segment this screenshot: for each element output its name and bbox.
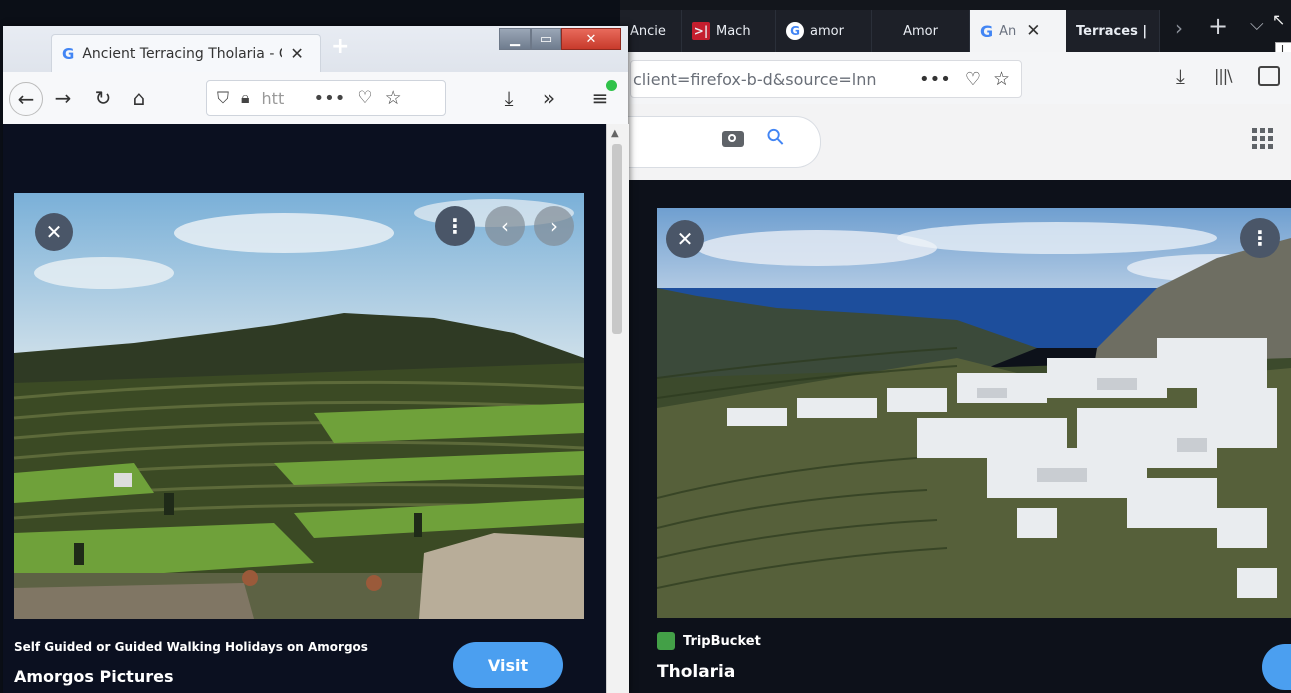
close-window-button[interactable]: ✕ — [561, 28, 621, 50]
close-tab-icon[interactable]: ✕ — [290, 44, 303, 63]
mouse-cursor-icon: ↖ — [1272, 10, 1286, 29]
tab-amorgos[interactable]: Amor — [872, 10, 970, 52]
back-arrow-icon[interactable]: ← — [9, 82, 43, 116]
scroll-up-icon[interactable]: ▲ — [611, 128, 619, 139]
overflow-chevrons-icon[interactable]: » — [537, 84, 561, 112]
menu-update-icon[interactable]: ≡ — [587, 80, 617, 112]
tab-active-google[interactable]: G An ✕ — [970, 10, 1066, 52]
pocket-icon[interactable]: ♡ — [357, 88, 372, 108]
tab-label: amor — [810, 23, 844, 39]
right-navigation-bar: client=firefox-b-d&source=lnn ••• ♡ ☆ ⤓ … — [620, 52, 1291, 104]
download-icon[interactable]: ⤓ — [1176, 64, 1185, 88]
search-header: ⚲ — [620, 104, 1291, 180]
search-box[interactable]: ⚲ — [620, 116, 821, 168]
background-browser-window: Ancie >| Mach G amor Amor G An ✕ Terrace… — [620, 0, 1291, 693]
close-viewer-icon[interactable]: ✕ — [35, 213, 73, 251]
scrollbar-thumb[interactable] — [612, 144, 622, 334]
result-title[interactable]: Amorgos Pictures — [14, 667, 173, 686]
url-text: client=firefox-b-d&source=lnn — [633, 69, 877, 89]
reload-icon[interactable]: ↻ — [91, 84, 115, 112]
tab-title: Ancient Terracing Tholaria - Go — [82, 45, 283, 62]
page-actions-icon[interactable]: ••• — [919, 69, 951, 90]
next-image-icon[interactable]: › — [534, 206, 574, 246]
close-viewer-icon[interactable]: ✕ — [666, 220, 704, 258]
google-icon: G — [62, 44, 75, 63]
tripbucket-logo-icon — [657, 632, 675, 650]
chevron-down-icon[interactable]: ⌵ — [1250, 14, 1264, 35]
tab-scroll-right-icon[interactable]: › — [1175, 16, 1183, 40]
tab-ancient-partial[interactable]: Ancie — [620, 10, 682, 52]
right-address-bar[interactable]: client=firefox-b-d&source=lnn ••• ♡ ☆ — [630, 60, 1022, 98]
new-tab-icon[interactable]: + — [331, 34, 349, 59]
left-title-bar: G Ancient Terracing Tholaria - Go ✕ + ▁ … — [3, 26, 628, 72]
close-tab-icon[interactable]: ✕ — [1026, 21, 1040, 41]
tab-label: Mach — [716, 23, 751, 39]
vertical-scrollbar[interactable]: ▲ — [606, 124, 629, 693]
more-options-icon[interactable]: ⋮ — [435, 206, 475, 246]
tracking-shield-icon[interactable]: ⛉ — [217, 88, 229, 108]
google-icon: G — [786, 22, 804, 40]
result-title[interactable]: Tholaria — [657, 662, 735, 682]
lock-icon[interactable]: 🔒︎ — [241, 88, 250, 108]
tholaria-village-photo[interactable] — [657, 208, 1291, 618]
source-name[interactable]: TripBucket — [683, 634, 761, 649]
bookmark-star-icon[interactable]: ☆ — [993, 68, 1010, 90]
library-icon[interactable]: |||\ — [1214, 66, 1233, 85]
tab-mach[interactable]: >| Mach — [682, 10, 776, 52]
forward-arrow-icon[interactable]: → — [51, 84, 75, 112]
tab-label: An — [999, 23, 1017, 39]
tab-ancient-terracing[interactable]: G Ancient Terracing Tholaria - Go ✕ — [51, 34, 321, 72]
more-options-icon[interactable]: ⋮ — [1240, 218, 1280, 258]
pocket-icon[interactable]: ♡ — [965, 69, 981, 90]
apps-grid-icon[interactable] — [1252, 128, 1274, 150]
tab-label: Terraces | — [1076, 23, 1148, 39]
page-actions-icon[interactable]: ••• — [314, 88, 346, 109]
tab-label: Amor — [903, 23, 938, 39]
tab-amorgos-search[interactable]: G amor — [776, 10, 872, 52]
foreground-browser-window: G Ancient Terracing Tholaria - Go ✕ + ▁ … — [3, 26, 629, 693]
search-icon[interactable]: ⚲ — [762, 123, 791, 152]
download-icon[interactable]: ⤓ — [497, 84, 521, 112]
source-row: TripBucket — [657, 632, 761, 650]
right-image-viewer: ✕ ⋮ TripBucket Tholaria — [620, 180, 1291, 693]
minimize-button[interactable]: ▁ — [499, 28, 531, 50]
window-controls: ▁ ▭ ✕ — [499, 28, 625, 52]
visit-button-partial[interactable] — [1262, 644, 1291, 690]
tab-label: Ancie — [630, 23, 666, 39]
left-image-viewer: ✕ ⋮ ‹ › Self Guided or Guided Walking Ho… — [3, 124, 606, 693]
red-arrows-icon: >| — [692, 22, 710, 40]
camera-icon[interactable] — [722, 131, 744, 147]
amorgos-terraces-photo[interactable] — [14, 193, 584, 619]
result-subtitle[interactable]: Self Guided or Guided Walking Holidays o… — [14, 640, 368, 654]
new-tab-icon[interactable]: + — [1208, 12, 1228, 40]
tab-terraces[interactable]: Terraces | — [1066, 10, 1160, 52]
maximize-button[interactable]: ▭ — [531, 28, 561, 50]
url-text: htt — [261, 88, 285, 108]
sidebar-icon[interactable] — [1258, 66, 1280, 86]
home-icon[interactable]: ⌂ — [127, 84, 151, 112]
google-icon: G — [980, 21, 994, 41]
visit-button[interactable]: Visit — [453, 642, 563, 688]
bookmark-star-icon[interactable]: ☆ — [385, 87, 402, 109]
right-tab-strip: Ancie >| Mach G amor Amor G An ✕ Terrace… — [620, 0, 1291, 66]
left-navigation-bar: ← → ↻ ⌂ ⛉ 🔒︎ htt ••• ♡ ☆ ⤓ » ≡ — [3, 72, 628, 125]
previous-image-icon[interactable]: ‹ — [485, 206, 525, 246]
left-address-bar[interactable]: ⛉ 🔒︎ htt ••• ♡ ☆ — [206, 80, 446, 116]
